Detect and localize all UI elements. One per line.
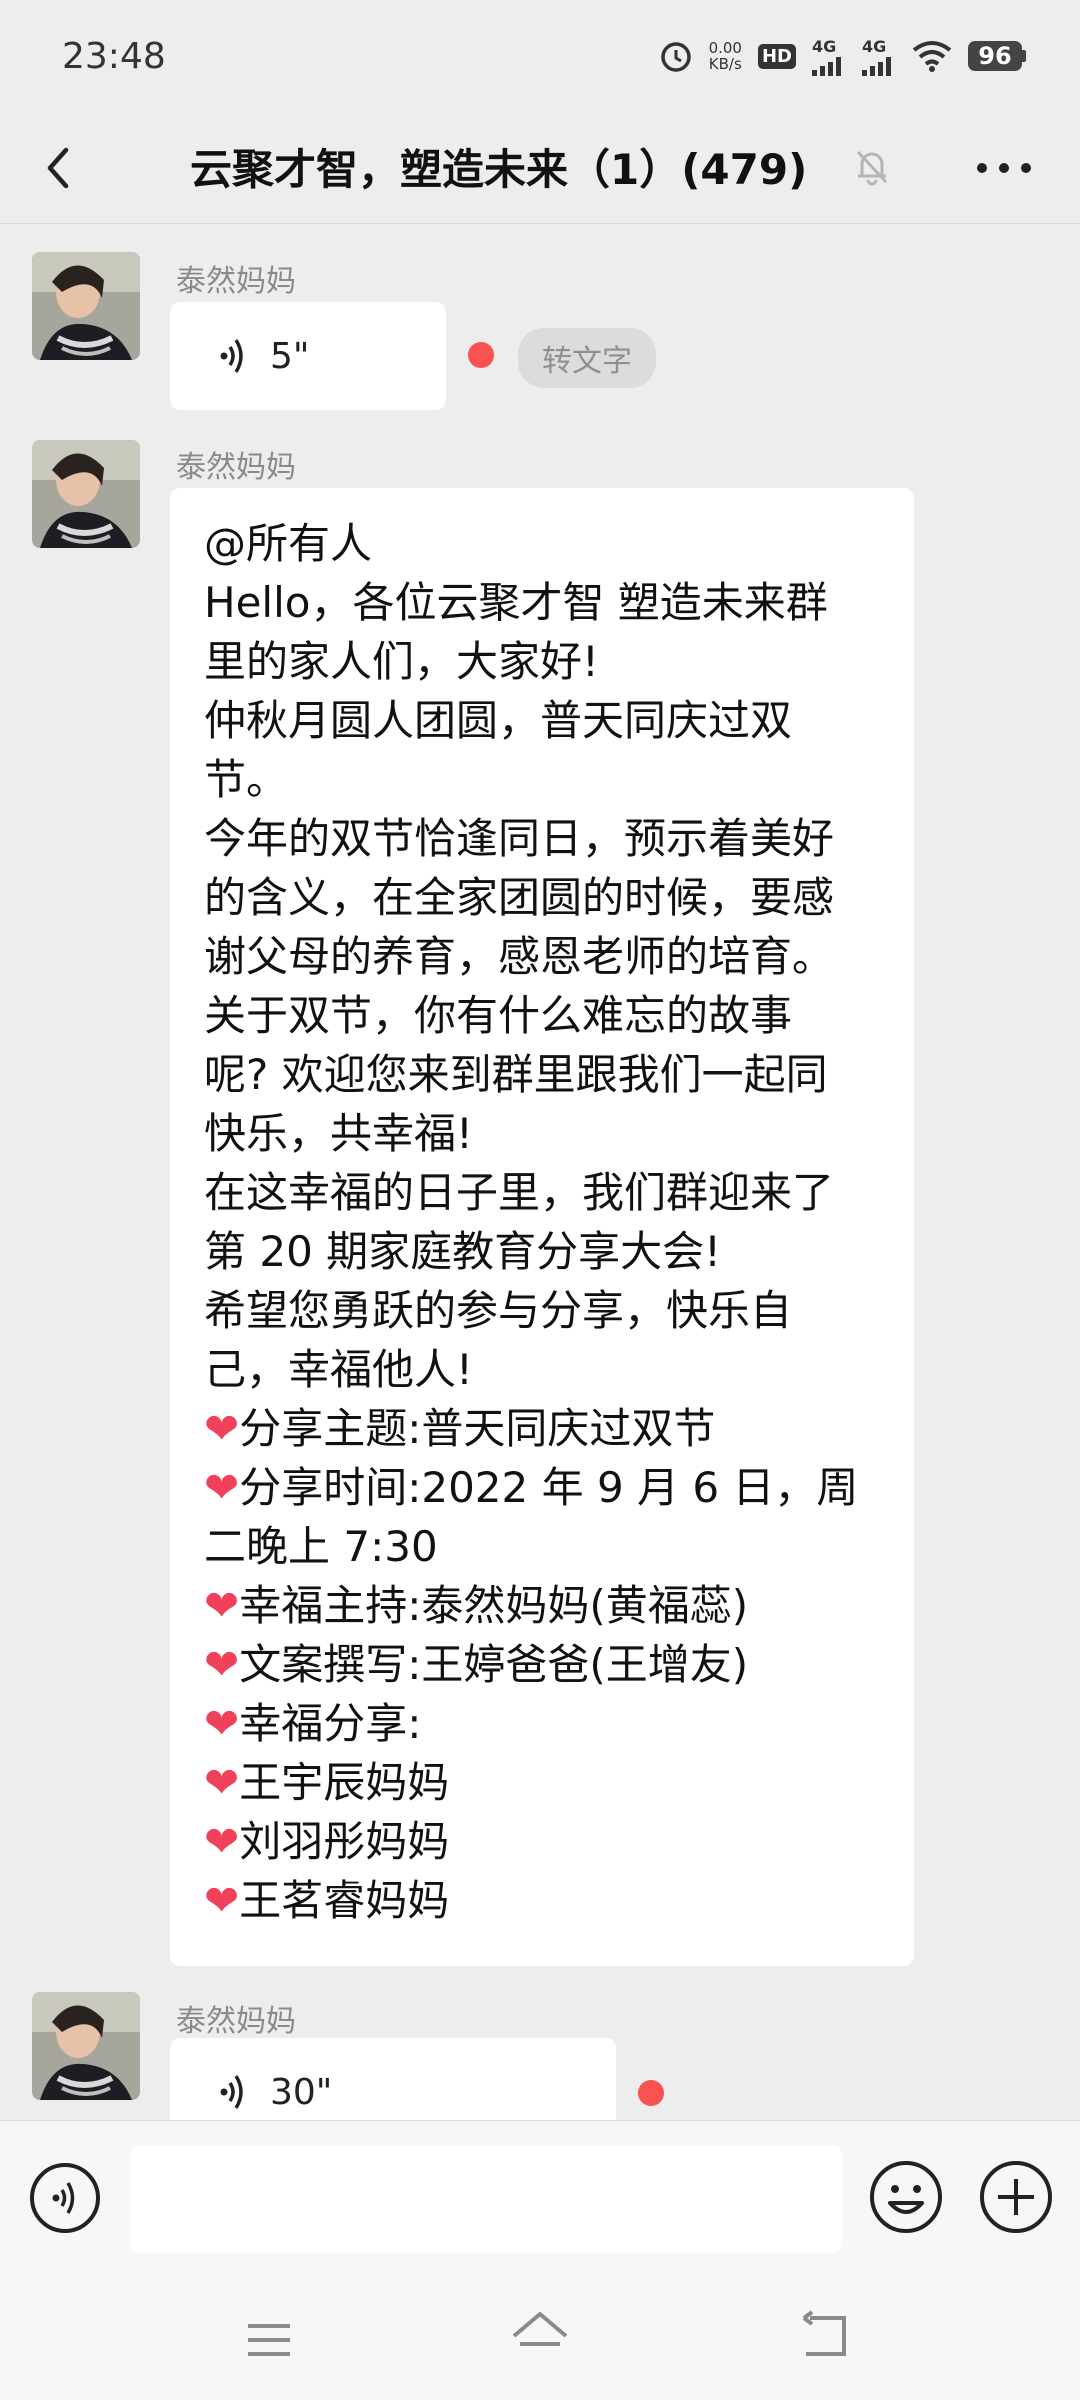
voice-message-bubble[interactable]: 30" bbox=[170, 2038, 616, 2120]
wifi-icon bbox=[912, 40, 952, 72]
message-line: ❤幸福分享: bbox=[204, 1699, 422, 1748]
voice-wave-icon bbox=[30, 2163, 100, 2233]
status-bar: 23:48 0.00 KB/s HD 4G 4G 96 bbox=[0, 0, 1080, 112]
message-line: 谢父母的养育，感恩老师的培育。 bbox=[204, 932, 835, 981]
avatar[interactable] bbox=[32, 252, 140, 360]
emoji-button[interactable] bbox=[868, 2159, 944, 2235]
recent-apps-button[interactable] bbox=[244, 2318, 294, 2362]
message-line: 节。 bbox=[204, 755, 289, 804]
smiley-icon bbox=[870, 2161, 942, 2233]
system-back-button[interactable] bbox=[796, 2310, 852, 2362]
voice-duration: 5" bbox=[270, 335, 310, 377]
net-speed-unit: KB/s bbox=[708, 55, 742, 73]
message-line: @所有人 bbox=[204, 519, 373, 568]
message-line: 在这幸福的日子里，我们群迎来了 bbox=[204, 1168, 835, 1217]
message-line: 的含义，在全家团圆的时候，要感 bbox=[204, 873, 835, 922]
status-time: 23:48 bbox=[62, 36, 166, 77]
message-line: Hello，各位云聚才智 塑造未来群 bbox=[204, 578, 828, 627]
message-line: 己，幸福他人! bbox=[204, 1345, 473, 1394]
heart-icon: ❤ bbox=[204, 1758, 240, 1807]
voice-duration: 30" bbox=[270, 2071, 333, 2113]
heart-icon: ❤ bbox=[204, 1404, 240, 1453]
chat-title: 云聚才智，塑造未来（1）(479) bbox=[190, 145, 808, 194]
sender-name: 泰然妈妈 bbox=[176, 2004, 296, 2039]
system-navigation-bar bbox=[0, 2280, 1080, 2400]
battery-icon: 96 bbox=[968, 41, 1026, 71]
sender-name: 泰然妈妈 bbox=[176, 264, 296, 299]
message-line: 关于双节，你有什么难忘的故事 bbox=[204, 991, 793, 1040]
home-icon bbox=[512, 2312, 568, 2346]
avatar[interactable] bbox=[32, 1992, 140, 2100]
battery-level: 96 bbox=[968, 41, 1022, 71]
message-line: 仲秋月圆人团圆，普天同庆过双 bbox=[204, 696, 793, 745]
signal-sim1-icon: 4G bbox=[812, 37, 846, 76]
back-button[interactable] bbox=[30, 140, 86, 196]
message-line: ❤刘羽彤妈妈 bbox=[204, 1817, 450, 1866]
more-button[interactable] bbox=[972, 148, 1036, 188]
plus-circle-icon bbox=[980, 2161, 1052, 2233]
voice-message-bubble[interactable]: 5" bbox=[170, 302, 446, 410]
message-line: 里的家人们，大家好! bbox=[204, 637, 599, 686]
heart-icon: ❤ bbox=[204, 1581, 240, 1630]
bell-muted-icon bbox=[848, 142, 896, 190]
chevron-left-icon bbox=[47, 147, 69, 189]
sim1-label: 4G bbox=[812, 36, 837, 56]
message-line: 快乐，共幸福! bbox=[204, 1109, 473, 1158]
convert-to-text-button[interactable]: 转文字 bbox=[518, 328, 656, 388]
message-line: ❤分享主题:普天同庆过双节 bbox=[204, 1404, 716, 1453]
alarm-icon bbox=[659, 39, 693, 73]
message-line: ❤分享时间:2022 年 9 月 6 日，周 bbox=[204, 1463, 859, 1512]
message-text: @所有人 Hello，各位云聚才智 塑造未来群 里的家人们，大家好! 仲秋月圆人团圆，… bbox=[204, 514, 884, 1930]
unread-dot bbox=[468, 342, 494, 368]
sim2-label: 4G bbox=[862, 36, 887, 56]
more-functions-button[interactable] bbox=[978, 2159, 1054, 2235]
voice-input-button[interactable] bbox=[28, 2161, 102, 2235]
message-input[interactable] bbox=[130, 2145, 842, 2253]
back-arrow-icon bbox=[802, 2310, 846, 2356]
net-speed-value: 0.00 bbox=[708, 39, 742, 57]
more-dots-icon bbox=[977, 163, 1031, 173]
unread-dot bbox=[638, 2080, 664, 2106]
menu-icon bbox=[248, 2324, 290, 2356]
text-message-bubble[interactable]: @所有人 Hello，各位云聚才智 塑造未来群 里的家人们，大家好! 仲秋月圆人团圆，… bbox=[170, 488, 914, 1966]
network-speed: 0.00 KB/s bbox=[709, 40, 742, 72]
heart-icon: ❤ bbox=[204, 1463, 240, 1512]
heart-icon: ❤ bbox=[204, 1640, 240, 1689]
hd-label: HD bbox=[757, 43, 796, 69]
hd-icon: HD bbox=[757, 43, 796, 69]
voice-wave-icon bbox=[220, 339, 243, 373]
message-line: 希望您勇跃的参与分享，快乐自 bbox=[204, 1286, 793, 1335]
message-line: ❤幸福主持:泰然妈妈(黄福蕊) bbox=[204, 1581, 749, 1630]
message-line: ❤王宇辰妈妈 bbox=[204, 1758, 450, 1807]
heart-icon: ❤ bbox=[204, 1876, 240, 1925]
message-line: 第 20 期家庭教育分享大会! bbox=[204, 1227, 721, 1276]
chat-header: 云聚才智，塑造未来（1）(479) bbox=[0, 112, 1080, 224]
sender-name: 泰然妈妈 bbox=[176, 450, 296, 485]
input-bar bbox=[0, 2120, 1080, 2280]
status-icons: 0.00 KB/s HD 4G 4G 96 bbox=[659, 34, 1026, 78]
signal-sim2-icon: 4G bbox=[862, 37, 896, 76]
message-line: ❤文案撰写:王婷爸爸(王增友) bbox=[204, 1640, 749, 1689]
message-list[interactable]: 泰然妈妈 5" 转文字 泰然妈妈 @所有人 Hello，各位云聚才智 塑造未来群里… bbox=[0, 224, 1080, 2120]
message-line: ❤王茗睿妈妈 bbox=[204, 1876, 450, 1925]
heart-icon: ❤ bbox=[204, 1699, 240, 1748]
voice-wave-icon bbox=[220, 2075, 243, 2109]
avatar[interactable] bbox=[32, 440, 140, 548]
message-line: 二晚上 7:30 bbox=[204, 1522, 438, 1571]
message-line: 今年的双节恰逢同日，预示着美好 bbox=[204, 814, 835, 863]
home-button[interactable] bbox=[508, 2308, 572, 2364]
message-line: 呢? 欢迎您来到群里跟我们一起同 bbox=[204, 1050, 828, 1099]
heart-icon: ❤ bbox=[204, 1817, 240, 1866]
